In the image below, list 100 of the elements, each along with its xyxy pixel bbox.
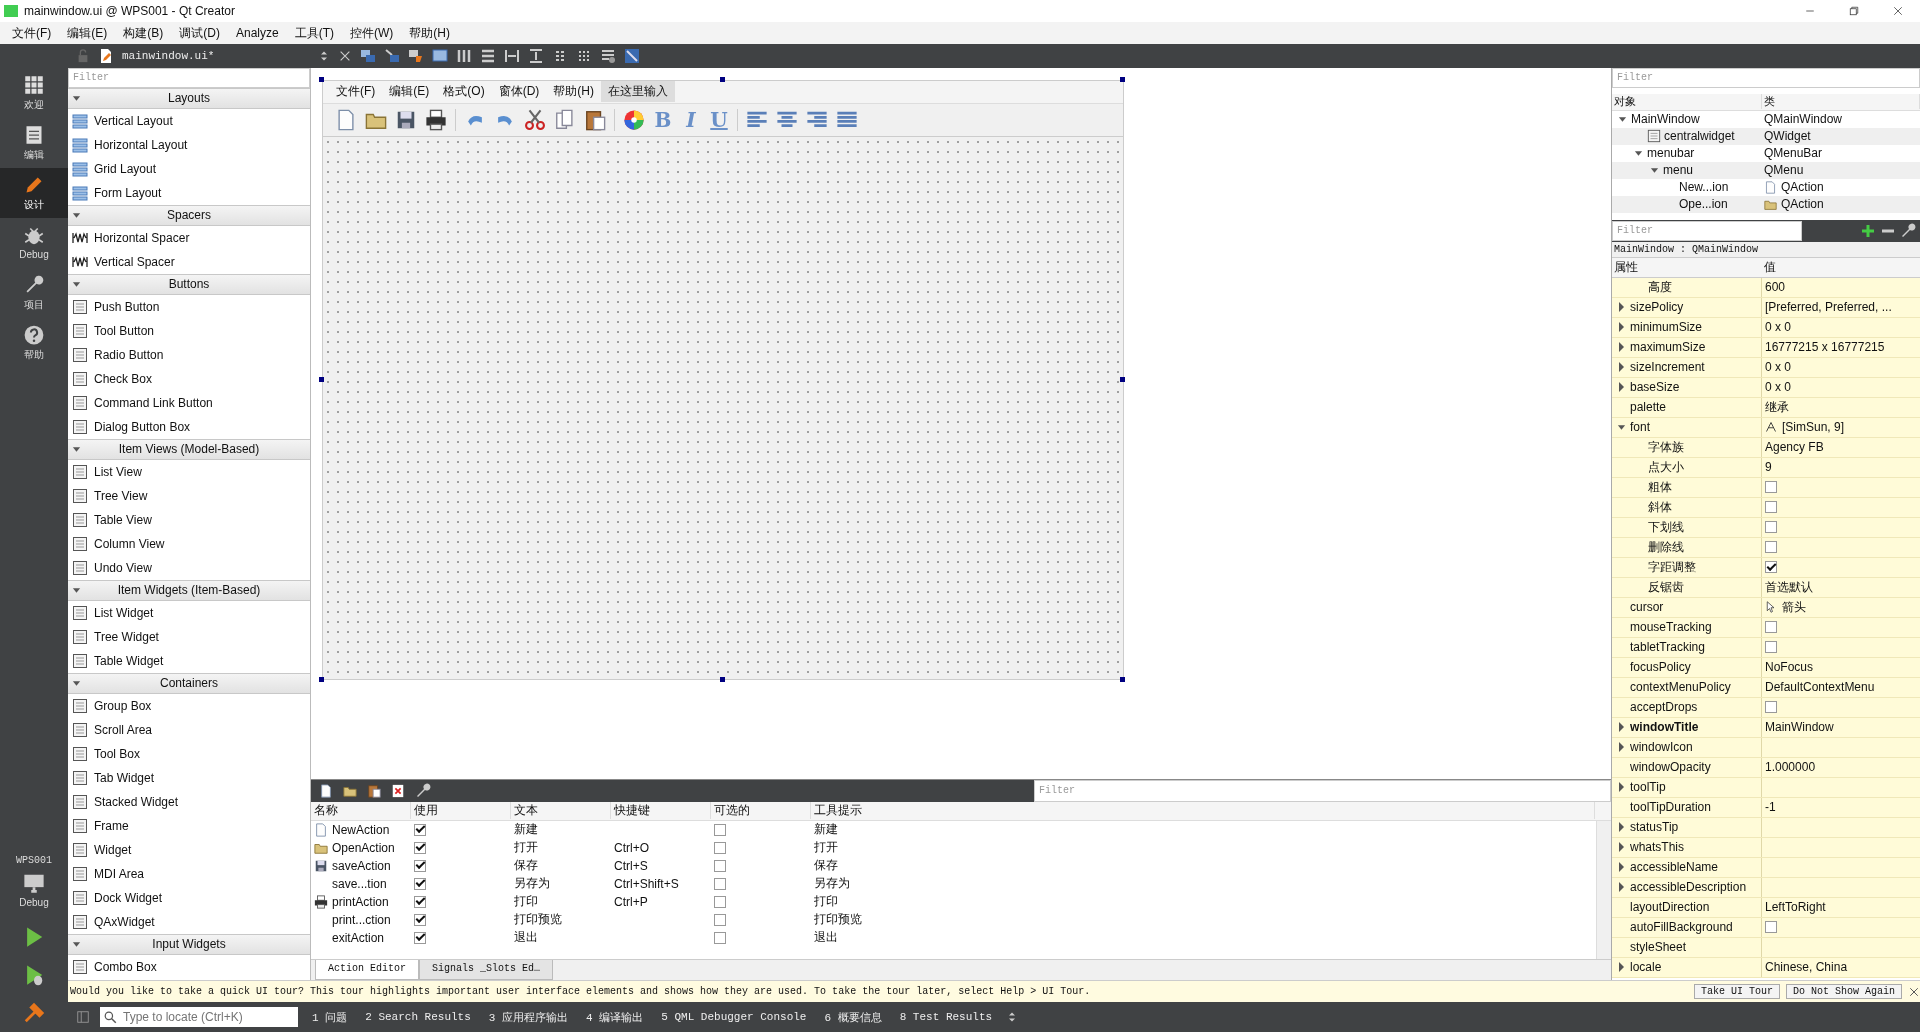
widget-item[interactable]: Tree View	[94, 488, 148, 503]
checkbox[interactable]	[1765, 561, 1777, 574]
widget-item[interactable]: Tree Widget	[94, 629, 159, 644]
widget-item[interactable]: Tool Button	[94, 323, 155, 338]
widget-item[interactable]: Widget	[94, 842, 132, 857]
column-header[interactable]: 可选的	[711, 802, 811, 820]
vertical-layout-icon[interactable]	[456, 47, 472, 64]
column-header[interactable]: 值	[1762, 258, 1920, 276]
property-value[interactable]: 0 x 0	[1765, 380, 1791, 395]
action-name[interactable]: print...ction	[332, 912, 391, 927]
column-header[interactable]: 对象	[1612, 94, 1762, 110]
action-name[interactable]: save...tion	[332, 876, 387, 891]
widget-item[interactable]: Stacked Widget	[94, 794, 179, 809]
expand-arrow-icon[interactable]	[1617, 342, 1625, 353]
checkbox[interactable]	[414, 859, 426, 872]
resize-handle[interactable]	[720, 676, 725, 682]
form-menu-item[interactable]: 文件(F)	[329, 81, 383, 103]
form-window[interactable]: 文件(F) 编辑(E) 格式(O) 窗体(D) 帮助(H) 在这里输入 B I U	[322, 79, 1124, 680]
tab[interactable]: Signals _Slots Ed…	[419, 959, 554, 980]
widget-item[interactable]: Form Layout	[94, 185, 162, 200]
checkbox[interactable]	[714, 931, 726, 944]
output-pane-button[interactable]: 2 Search Results	[361, 1011, 475, 1024]
output-pane-button[interactable]: 4 编译输出	[582, 1009, 648, 1025]
filter-field[interactable]: Filter	[1612, 220, 1802, 241]
checkbox[interactable]	[1765, 521, 1777, 534]
column-header[interactable]: 使用	[411, 802, 511, 820]
paste-icon[interactable]	[584, 108, 606, 131]
printer-icon[interactable]	[425, 108, 447, 131]
collapse-arrow-icon[interactable]	[72, 679, 81, 688]
filter-field[interactable]: Filter	[1612, 67, 1920, 88]
tree-item[interactable]: menu	[1663, 163, 1694, 178]
collapse-arrow-icon[interactable]	[72, 445, 81, 454]
wrench-icon[interactable]	[415, 782, 431, 799]
tour-button[interactable]: Do Not Show Again	[1785, 984, 1902, 1000]
main-menubar-entry[interactable]: 帮助(H)	[401, 24, 459, 42]
new-file-icon[interactable]	[335, 108, 357, 131]
copy-icon[interactable]	[367, 783, 381, 798]
column-header[interactable]: 文本	[511, 802, 611, 820]
expand-arrow-icon[interactable]	[1617, 302, 1625, 313]
resize-handle[interactable]	[1120, 376, 1125, 382]
property-value[interactable]: 0 x 0	[1765, 360, 1791, 375]
property-value[interactable]: NoFocus	[1765, 660, 1814, 675]
kit-selector[interactable]: Debug	[0, 866, 68, 918]
break-layout-icon[interactable]	[600, 47, 616, 64]
filter-field[interactable]: Filter	[1034, 779, 1611, 802]
property-value[interactable]: 16777215 x 16777215	[1765, 340, 1885, 355]
new-action-icon[interactable]	[319, 783, 333, 798]
widget-item[interactable]: Command Link Button	[94, 395, 213, 410]
checkbox[interactable]	[1765, 621, 1777, 634]
main-menubar-entry[interactable]: Analyze	[228, 26, 287, 40]
checkbox[interactable]	[714, 913, 726, 926]
widget-item[interactable]: Scroll Area	[94, 722, 153, 737]
main-menubar-entry[interactable]: 调试(D)	[171, 24, 228, 42]
mode-button[interactable]: Debug	[0, 218, 68, 268]
widget-item[interactable]: Group Box	[94, 698, 152, 713]
output-pane-button[interactable]: 8 Test Results	[895, 1011, 997, 1024]
widget-item[interactable]: Vertical Layout	[94, 113, 173, 128]
category-header[interactable]: Item Views (Model-Based)	[68, 438, 310, 460]
category-header[interactable]: Containers	[68, 672, 310, 694]
checkbox[interactable]	[414, 913, 426, 926]
mode-button[interactable]: 欢迎	[0, 68, 68, 118]
mode-button[interactable]: 项目	[0, 268, 68, 318]
tab[interactable]: Action Editor	[315, 959, 419, 980]
collapse-arrow-icon[interactable]	[72, 940, 81, 949]
main-menubar-entry[interactable]: 构建(B)	[115, 24, 172, 42]
horizontal-layout-icon[interactable]	[480, 47, 496, 64]
property-value[interactable]: 0 x 0	[1765, 320, 1791, 335]
checkbox[interactable]	[1765, 541, 1777, 554]
expand-arrow-icon[interactable]	[1617, 962, 1625, 973]
widget-item[interactable]: Table Widget	[94, 653, 164, 668]
widget-item[interactable]: Check Box	[94, 371, 153, 386]
tree-item[interactable]: New...ion	[1679, 180, 1729, 195]
column-header[interactable]: 类	[1762, 94, 1920, 110]
horizontal-splitter-icon[interactable]	[504, 47, 520, 64]
action-name[interactable]: exitAction	[332, 930, 385, 945]
property-value[interactable]: 箭头	[1782, 598, 1806, 616]
expand-arrow-icon[interactable]	[1617, 722, 1625, 733]
property-value[interactable]: Agency FB	[1765, 440, 1824, 455]
category-header[interactable]: Layouts	[68, 87, 310, 109]
edit-widgets-icon[interactable]	[360, 47, 376, 64]
widget-item[interactable]: List Widget	[94, 605, 154, 620]
property-value[interactable]: MainWindow	[1765, 720, 1834, 735]
collapse-arrow-icon[interactable]	[72, 211, 81, 220]
checkbox[interactable]	[714, 841, 726, 854]
widget-item[interactable]: Grid Layout	[94, 161, 157, 176]
wrench-icon[interactable]	[1900, 222, 1916, 239]
tree-item[interactable]: menubar	[1647, 146, 1695, 161]
open-file-name[interactable]: mainwindow.ui*	[122, 49, 272, 62]
widget-item[interactable]: Push Button	[94, 299, 160, 314]
checkbox[interactable]	[414, 895, 426, 908]
cut-icon[interactable]	[524, 108, 546, 131]
action-name[interactable]: OpenAction	[332, 840, 395, 855]
tour-button[interactable]: Take UI Tour	[1693, 984, 1780, 1000]
checkbox[interactable]	[414, 841, 426, 854]
tree-item[interactable]: centralwidget	[1664, 129, 1735, 144]
checkbox[interactable]	[414, 823, 426, 836]
property-value[interactable]: [SimSun, 9]	[1782, 420, 1845, 435]
expand-arrow-icon[interactable]	[1617, 782, 1625, 793]
resize-handle[interactable]	[1120, 76, 1125, 82]
resize-handle[interactable]	[720, 76, 725, 82]
